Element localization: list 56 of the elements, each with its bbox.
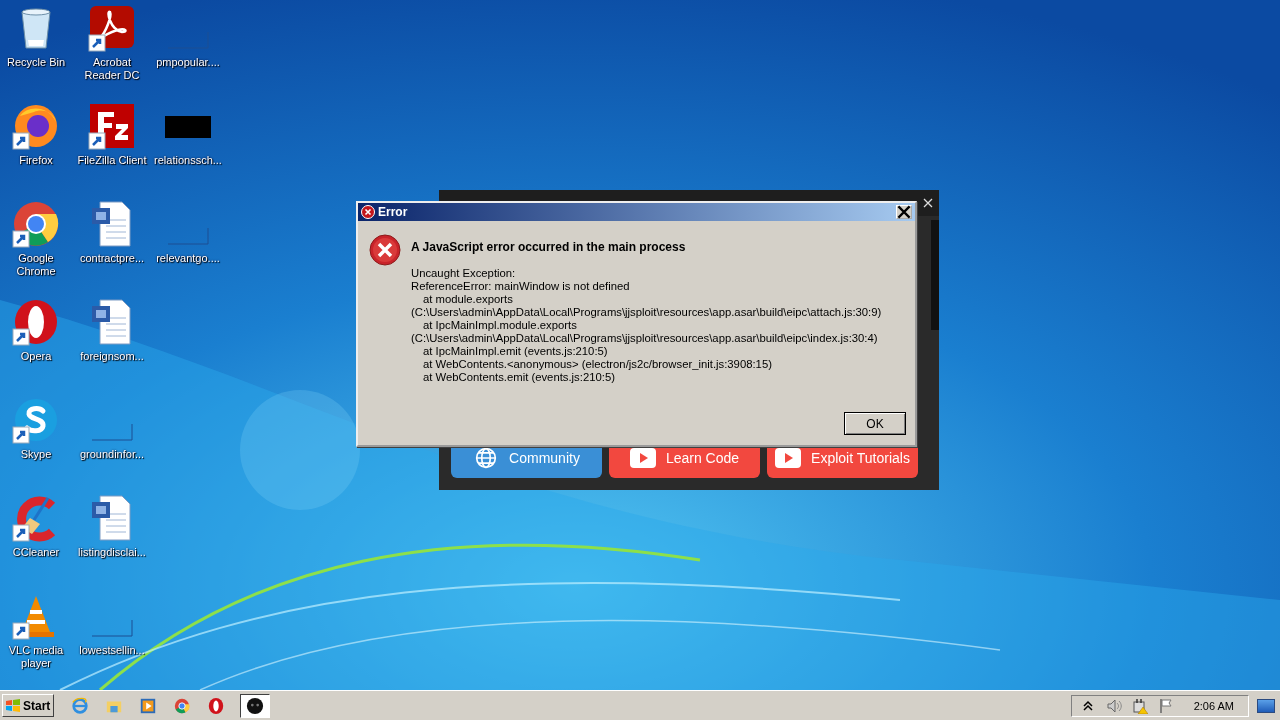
speaker-icon[interactable]: [1105, 697, 1122, 714]
icon-label[interactable]: FileZilla Client: [77, 154, 147, 167]
network-warning-icon[interactable]: [1131, 697, 1148, 714]
error-line: at module.exports: [422, 293, 514, 306]
icon-label[interactable]: Recycle Bin: [6, 56, 66, 69]
browser-icon: [71, 696, 89, 715]
start-button[interactable]: Start: [2, 694, 54, 717]
icon-label[interactable]: CCleaner: [12, 546, 60, 559]
icon-label[interactable]: Opera: [20, 350, 52, 363]
flag-icon[interactable]: [1157, 697, 1174, 714]
taskbar-button[interactable]: [240, 693, 270, 718]
chrome-icon[interactable]: [12, 200, 60, 248]
error-line: ReferenceError: mainWindow is not defined: [411, 280, 631, 293]
play-icon: [775, 447, 802, 469]
skype-icon[interactable]: [12, 396, 60, 444]
close-button[interactable]: [896, 205, 912, 219]
error-line: Uncaught Exception:: [411, 267, 517, 280]
icon-label[interactable]: Firefox: [19, 154, 53, 167]
error-icon: [369, 234, 401, 266]
media-player-icon: [139, 696, 157, 715]
close-icon[interactable]: [923, 198, 933, 208]
icon-label[interactable]: Google Chrome: [0, 252, 74, 278]
ok-button[interactable]: OK: [844, 412, 906, 435]
error-line: (C:\Users\admin\AppData\Local\Programs\jjsploit\resources\app.asar\build\eipc\attach.js:30:9): [411, 306, 882, 319]
error-line: (C:\Users\admin\AppData\Local\Programs\jjsploit\resources\app.asar\build\eipc\index.js:30:4): [411, 332, 879, 345]
chrome-icon: [173, 696, 191, 715]
icon-label[interactable]: relevantgo....: [156, 252, 220, 265]
icon-label[interactable]: pmpopular....: [156, 56, 220, 69]
pdf-app-icon[interactable]: [88, 4, 136, 52]
error-line: at IpcMainImpl.module.exports: [422, 319, 578, 332]
icon-label[interactable]: listingdisclai...: [78, 546, 146, 559]
play-icon: [629, 447, 656, 469]
scrollbar[interactable]: [931, 220, 939, 330]
show-desktop-button[interactable]: [1257, 698, 1275, 713]
icon-label[interactable]: relationssch...: [154, 154, 222, 167]
firefox-icon[interactable]: [12, 102, 60, 150]
icon-label[interactable]: foreignsom...: [80, 350, 144, 363]
app-icon: [246, 696, 264, 715]
clock[interactable]: 2:06 AM: [1193, 699, 1234, 712]
error-line: at WebContents.emit (events.js:210:5): [422, 371, 616, 384]
close-icon: [897, 205, 911, 219]
ftp-app-icon[interactable]: [88, 102, 136, 150]
icon-label[interactable]: VLC media player: [0, 644, 74, 670]
opera-icon: [207, 696, 225, 715]
window-title: Error: [378, 205, 409, 219]
icon-label[interactable]: lowestsellin...: [79, 644, 145, 657]
error-icon: [361, 205, 375, 219]
error-line: at IpcMainImpl.emit (events.js:210:5): [422, 345, 609, 358]
icon-label[interactable]: Skype: [20, 448, 52, 461]
opera-icon[interactable]: [12, 298, 60, 346]
error-line: at WebContents.<anonymous> (electron/js2c/browser_init.js:3908:15): [422, 358, 773, 371]
icon-label[interactable]: contractpre...: [79, 252, 145, 265]
icon-label[interactable]: groundinfor...: [79, 448, 145, 461]
windows-logo-icon: [5, 698, 21, 713]
icon-label[interactable]: Acrobat Reader DC: [74, 56, 150, 82]
error-heading: A JavaScript error occurred in the main process: [411, 240, 687, 254]
